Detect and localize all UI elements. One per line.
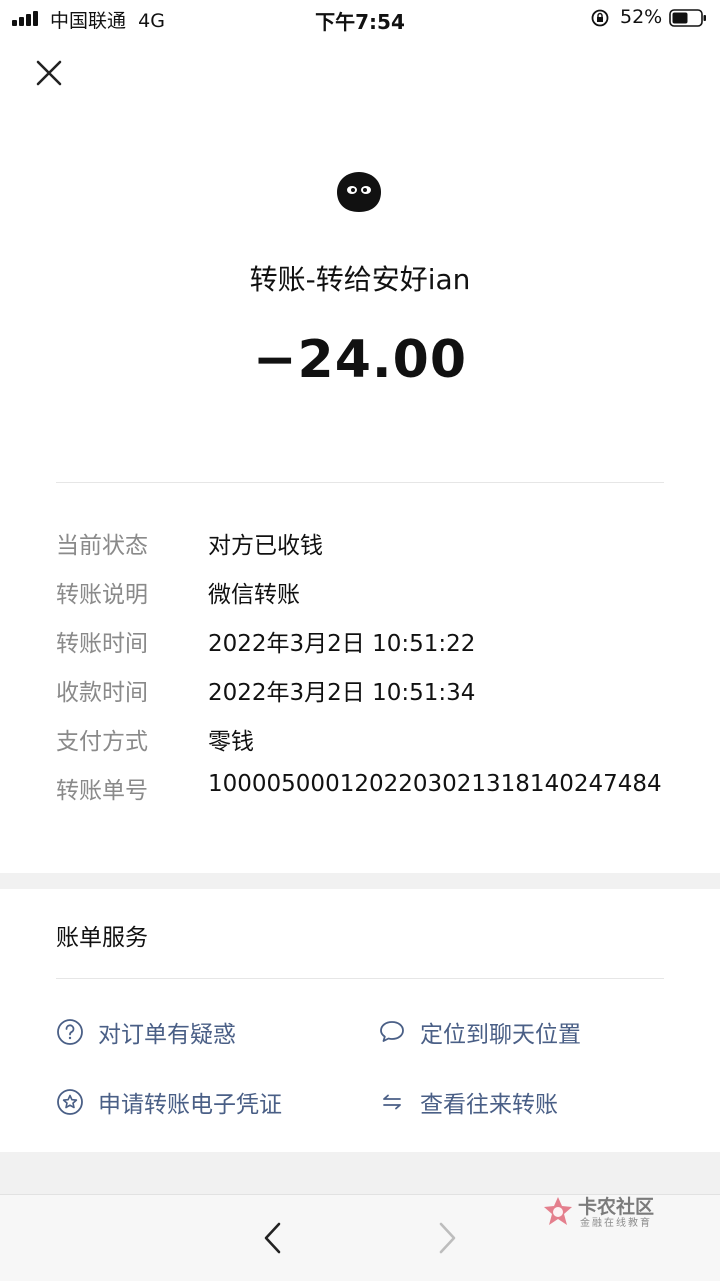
transaction-details: 当前状态 对方已收钱 转账说明 微信转账 转账时间 2022年3月2日 10:5… [56,526,696,820]
forward-arrow-icon[interactable] [432,1218,462,1258]
detail-value: 零钱 [208,729,254,755]
status-bar: 中国联通 4G 下午7:54 52% [0,0,720,36]
detail-value: 对方已收钱 [208,533,323,559]
services-title: 账单服务 [56,925,148,951]
transaction-amount: −24.00 [252,330,468,390]
locate-chat-link[interactable]: 定位到聊天位置 [378,1015,581,1049]
service-label: 申请转账电子凭证 [98,1092,282,1118]
detail-label: 收款时间 [56,680,148,706]
detail-row-note: 转账说明 微信转账 [56,575,696,624]
detail-value: 2022年3月2日 10:51:34 [208,680,476,706]
star-circle-icon [57,1089,83,1115]
service-label: 查看往来转账 [420,1092,558,1118]
service-label: 对订单有疑惑 [98,1022,236,1048]
divider [56,978,664,979]
avatar [337,172,381,212]
detail-label: 转账单号 [56,778,148,804]
back-arrow-icon[interactable] [258,1218,288,1258]
service-label: 定位到聊天位置 [420,1022,581,1048]
status-time: 下午7:54 [315,10,405,34]
battery-percentage: 52% [620,6,663,28]
detail-label: 支付方式 [56,729,148,755]
question-circle-icon [57,1019,83,1045]
detail-label: 转账说明 [56,582,148,608]
section-separator [0,1152,720,1194]
watermark-logo-icon [544,1197,572,1225]
detail-label: 当前状态 [56,533,148,559]
section-separator [0,873,720,889]
detail-row-order-number: 转账单号 1000050001202203021318140247484 [56,771,696,820]
transaction-title: 转账-转给安好ian [249,263,471,296]
rotation-lock-icon [591,9,609,27]
close-icon[interactable] [30,54,68,92]
chat-bubble-icon [380,1021,404,1042]
watermark: 卡农社区 金融在线教育 [540,1192,710,1232]
transfer-arrows-icon [383,1094,401,1110]
detail-row-status: 当前状态 对方已收钱 [56,526,696,575]
detail-label: 转账时间 [56,631,148,657]
divider [56,482,664,483]
view-transfers-link[interactable]: 查看往来转账 [378,1085,558,1119]
detail-value: 1000050001202203021318140247484 [208,771,662,797]
request-voucher-link[interactable]: 申请转账电子凭证 [56,1085,282,1119]
detail-row-transfer-time: 转账时间 2022年3月2日 10:51:22 [56,624,696,673]
watermark-subtitle: 金融在线教育 [580,1218,652,1229]
detail-value: 微信转账 [208,582,300,608]
battery-icon [669,9,706,27]
detail-value: 2022年3月2日 10:51:22 [208,631,476,657]
detail-row-payment-method: 支付方式 零钱 [56,722,696,771]
order-question-link[interactable]: 对订单有疑惑 [56,1015,236,1049]
detail-row-receive-time: 收款时间 2022年3月2日 10:51:34 [56,673,696,722]
